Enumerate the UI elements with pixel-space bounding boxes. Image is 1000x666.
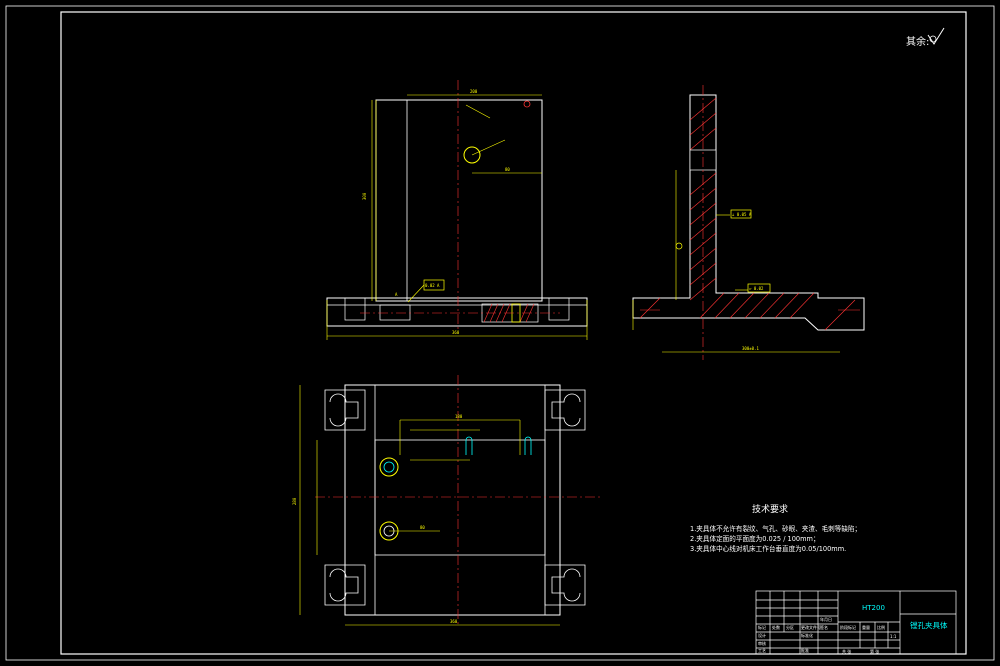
tb-label-mark: 标记 xyxy=(758,624,766,630)
tb-label-standard: 标准化 xyxy=(801,632,813,638)
front-datum: A xyxy=(395,292,398,297)
cad-drawing: 其余: 200 300 360 80 0.02 A A ⊥ 0.05 A ▱ 0… xyxy=(5,5,995,661)
tech-req-title: 技术要求 xyxy=(752,503,788,515)
tb-material: HT200 xyxy=(862,604,885,612)
tech-req-item-2: 2.夹具体定面的平面度为0.025 / 100mm； xyxy=(690,534,820,543)
technical-requirements: 技术要求 1.夹具体不允许有裂纹、气孔、砂眼、夹渣、毛刺等缺陷； 2.夹具体定面… xyxy=(690,503,861,553)
tb-label-approve: 批准 xyxy=(801,647,809,653)
front-upright xyxy=(375,99,543,302)
side-perp-text: ⊥ 0.05 A xyxy=(732,212,752,217)
tb-label-change: 更改文件号 xyxy=(801,624,821,630)
dim-front-top: 200 xyxy=(470,89,478,94)
tb-label-stage: 阶段标记 xyxy=(840,624,856,630)
plan-ears xyxy=(324,389,586,606)
tb-label-sheet-total: 共 张 xyxy=(842,648,851,654)
tb-label-signature: 签名 xyxy=(820,624,828,630)
dim-front-hole: 80 xyxy=(505,167,510,172)
dim-plan-offset: 80 xyxy=(420,525,425,530)
tb-label-date: 年月日 xyxy=(820,616,832,622)
tb-scale: 1:1 xyxy=(890,634,897,639)
tb-label-review: 审核 xyxy=(758,640,766,646)
tb-label-scale: 比例 xyxy=(877,624,885,630)
tb-label-sheet: 第 张 xyxy=(870,648,879,654)
dim-plan-height: 280 xyxy=(292,497,297,505)
side-datum-icon xyxy=(675,242,683,250)
dim-front-base: 360 xyxy=(452,330,460,335)
front-tolerance-text: 0.02 A xyxy=(425,283,440,288)
tb-label-zone: 分区 xyxy=(786,624,794,630)
tb-drawing-name: 镗孔夹具体 xyxy=(910,620,948,630)
side-flat-text: ▱ 0.02 xyxy=(749,286,764,291)
front-view: 200 300 360 80 0.02 A A xyxy=(326,80,588,340)
tb-label-process: 工艺 xyxy=(758,648,766,653)
inner-frame xyxy=(60,11,967,655)
tb-label-count: 处数 xyxy=(772,624,780,630)
roughness-note: 其余: xyxy=(906,27,945,48)
plan-inner-pocket xyxy=(374,439,546,556)
roughness-symbol-icon xyxy=(927,27,945,45)
tb-label-weight: 重量 xyxy=(862,624,870,630)
dim-plan-inner: 180 xyxy=(455,414,463,419)
outer-frame xyxy=(5,5,995,661)
roughness-label: 其余: xyxy=(906,35,929,48)
tb-label-design: 设计 xyxy=(758,632,766,638)
plan-outline xyxy=(344,384,561,616)
dim-side-base: 300±0.1 xyxy=(742,346,759,351)
plan-hole-upper-icon xyxy=(379,457,399,477)
dim-plan-length: 360 xyxy=(450,619,458,624)
plan-view: 180 360 280 80 xyxy=(292,375,600,626)
dim-front-height: 300 xyxy=(362,192,367,200)
tech-req-item-1: 1.夹具体不允许有裂纹、气孔、砂眼、夹渣、毛刺等缺陷； xyxy=(690,524,861,533)
front-base xyxy=(326,297,588,327)
side-view: ⊥ 0.05 A ▱ 0.02 300±0.1 xyxy=(632,85,865,360)
tech-req-item-3: 3.夹具体中心线对机床工作台垂直度为0.05/100mm. xyxy=(690,544,846,553)
